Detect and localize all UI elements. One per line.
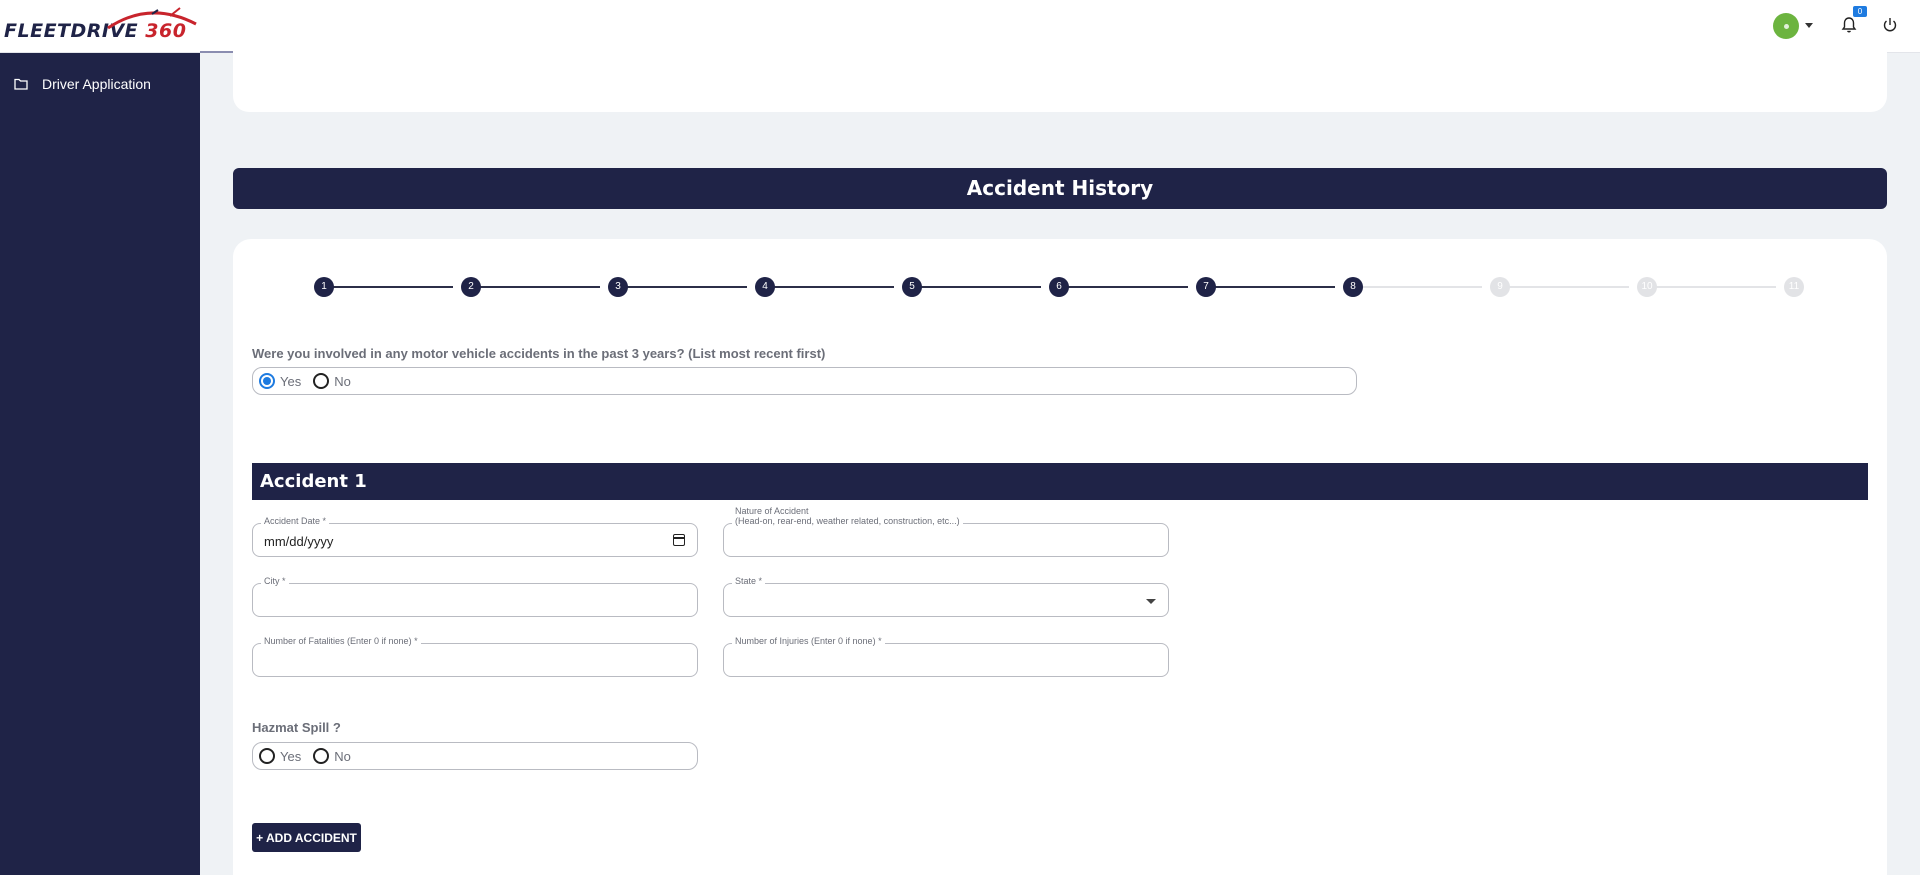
chevron-down-icon	[1146, 599, 1156, 604]
state-select[interactable]: State *	[723, 576, 1169, 617]
step-connector	[619, 286, 747, 288]
accidents-no-radio[interactable]	[313, 373, 330, 389]
power-icon[interactable]	[1881, 16, 1899, 34]
step-connector	[1060, 286, 1188, 288]
stepper: 1 2 3 4 5 6 7 8 9 10 11	[233, 239, 1887, 299]
sidebar: Driver Application	[0, 53, 200, 875]
step-connector	[1648, 286, 1776, 288]
step-8[interactable]: 8	[1343, 277, 1363, 297]
fatalities-field[interactable]: Number of Fatalities (Enter 0 if none) *	[252, 636, 698, 677]
step-5[interactable]: 5	[902, 277, 922, 297]
radio-label-yes: Yes	[280, 748, 302, 764]
accidents-radio-group: Yes No	[252, 367, 1357, 395]
radio-label-no: No	[334, 373, 351, 389]
step-9: 9	[1490, 277, 1510, 297]
chevron-down-icon[interactable]	[1805, 23, 1813, 28]
step-connector	[766, 286, 894, 288]
accidents-question: Were you involved in any motor vehicle a…	[252, 346, 826, 361]
user-avatar-status[interactable]	[1773, 13, 1799, 39]
notification-count-badge: 0	[1853, 6, 1867, 17]
hazmat-no-radio[interactable]	[313, 748, 330, 764]
speedometer-arc-icon	[107, 7, 197, 30]
nature-of-accident-field[interactable]: Nature of Accident (Head-on, rear-end, we…	[723, 506, 1169, 557]
add-accident-button[interactable]: + ADD ACCIDENT	[252, 823, 361, 852]
fleetdrive-logo[interactable]: FLEETDRIVE 360	[4, 6, 204, 46]
folder-icon	[14, 78, 28, 90]
step-connector	[472, 286, 600, 288]
accident-title-bar: Accident 1	[252, 463, 1868, 500]
accident-history-card: 1 2 3 4 5 6 7 8 9 10 11 Were you involve…	[233, 239, 1887, 875]
hazmat-radio-group: Yes No	[252, 742, 698, 770]
injuries-field[interactable]: Number of Injuries (Enter 0 if none) *	[723, 636, 1169, 677]
radio-label-yes: Yes	[280, 373, 302, 389]
step-4[interactable]: 4	[755, 277, 775, 297]
section-title: Accident History	[233, 168, 1887, 209]
hazmat-label: Hazmat Spill ?	[252, 720, 341, 735]
accident-date-field[interactable]: Accident Date * mm/dd/yyyy	[252, 516, 698, 557]
step-6[interactable]: 6	[1049, 277, 1069, 297]
step-connector	[1501, 286, 1629, 288]
nature-of-accident-label: Nature of Accident (Head-on, rear-end, we…	[732, 506, 963, 526]
calendar-icon[interactable]	[673, 534, 685, 546]
fatalities-label: Number of Fatalities (Enter 0 if none) *	[261, 636, 421, 647]
state-label: State *	[732, 576, 766, 587]
step-7[interactable]: 7	[1196, 277, 1216, 297]
city-field[interactable]: City *	[252, 576, 698, 617]
sidebar-item-driver-application[interactable]: Driver Application	[0, 69, 200, 99]
city-label: City *	[261, 576, 289, 587]
hazmat-yes-radio[interactable]	[259, 748, 275, 764]
accident-date-label: Accident Date *	[261, 516, 330, 527]
sidebar-item-label: Driver Application	[42, 76, 151, 92]
step-connector	[1207, 286, 1335, 288]
accidents-yes-radio[interactable]	[259, 373, 275, 389]
injuries-label: Number of Injuries (Enter 0 if none) *	[732, 636, 885, 647]
step-1[interactable]: 1	[314, 277, 334, 297]
step-connector	[325, 286, 453, 288]
previous-section-card	[233, 40, 1887, 112]
step-2[interactable]: 2	[461, 277, 481, 297]
step-connector	[1354, 286, 1482, 288]
radio-label-no: No	[334, 748, 351, 764]
step-3[interactable]: 3	[608, 277, 628, 297]
step-10: 10	[1637, 277, 1657, 297]
step-connector	[913, 286, 1041, 288]
bell-icon[interactable]	[1840, 16, 1858, 34]
accident-date-value: mm/dd/yyyy	[264, 534, 334, 549]
step-11: 11	[1784, 277, 1804, 297]
